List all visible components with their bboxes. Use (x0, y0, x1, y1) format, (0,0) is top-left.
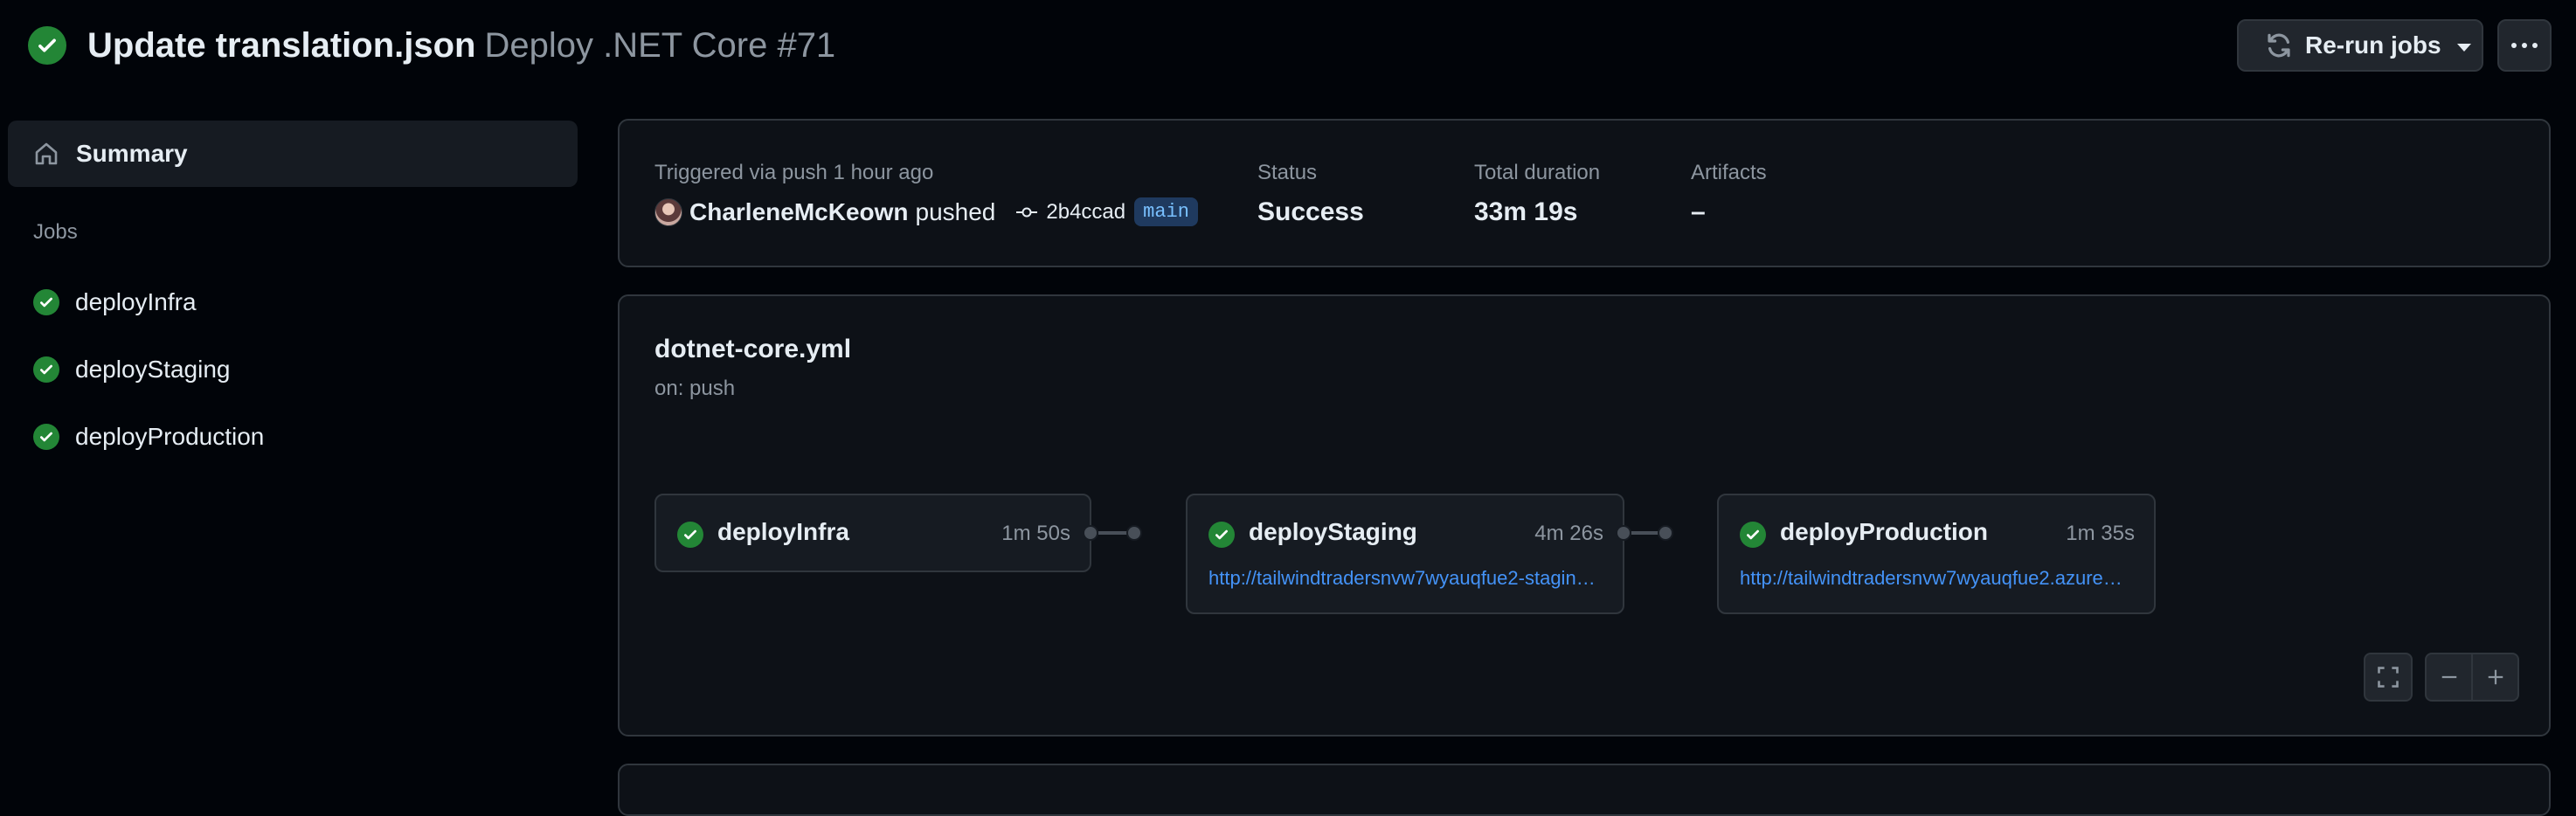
duration-label: Total duration (1474, 161, 1601, 184)
actor-link[interactable]: CharleneMcKeown (689, 198, 909, 226)
success-check-icon (1208, 522, 1235, 548)
jobs-heading: Jobs (33, 220, 78, 244)
more-options-button[interactable] (2497, 19, 2552, 72)
sync-icon (2268, 33, 2290, 58)
kebab-dot-icon (2522, 43, 2527, 48)
branch-label[interactable]: main (1134, 197, 1198, 226)
workflow-graph-card: dotnet-core.yml on: push deployInfra 1m … (618, 294, 2551, 736)
sidebar-item-label: deployProduction (75, 423, 265, 450)
sidebar-item-summary[interactable]: Summary (8, 121, 578, 187)
duration-value: 33m 19s (1474, 197, 1578, 226)
artifacts-label: Artifacts (1691, 161, 1767, 184)
status-value: Success (1257, 197, 1364, 226)
job-name: deployInfra (717, 518, 849, 545)
artifacts-value: – (1691, 197, 1706, 226)
success-check-icon (28, 26, 66, 65)
workflow-run-name: Deploy .NET Core #71 (484, 26, 836, 65)
environment-url-link[interactable]: http://tailwindtradersnvw7wyauqfue2.azur… (1740, 567, 2133, 590)
zoom-out-button[interactable] (2427, 654, 2471, 700)
success-check-icon (33, 424, 59, 450)
run-summary-card: Triggered via push 1 hour ago CharleneMc… (618, 119, 2551, 267)
zoom-controls (2425, 653, 2519, 702)
environment-url-link[interactable]: http://tailwindtradersnvw7wyauqfue2-stag… (1208, 567, 1602, 590)
sidebar-item-deployproduction[interactable]: deployProduction (33, 411, 264, 463)
trigger-label: Triggered via push 1 hour ago (654, 161, 934, 184)
commit-title: Update translation.json (87, 26, 476, 65)
job-node-deployinfra[interactable]: deployInfra 1m 50s (654, 494, 1091, 572)
page-title: Update translation.json Deploy .NET Core … (87, 23, 835, 68)
commit-sha-link[interactable]: 2b4ccad (1046, 200, 1125, 225)
home-icon (35, 142, 58, 165)
status-label: Status (1257, 161, 1318, 184)
rerun-jobs-button[interactable]: Re-run jobs (2237, 19, 2483, 72)
node-output-port (1616, 525, 1631, 541)
node-input-port (1126, 525, 1142, 541)
node-input-port (1658, 525, 1673, 541)
sidebar-item-deployinfra[interactable]: deployInfra (33, 276, 197, 328)
screen-full-icon (2378, 667, 2399, 688)
avatar[interactable] (654, 197, 682, 226)
job-duration: 1m 50s (1001, 522, 1070, 545)
run-header: Update translation.json Deploy .NET Core … (0, 0, 2576, 92)
job-connector (1098, 531, 1128, 535)
sidebar-item-label: Summary (76, 140, 188, 167)
kebab-dot-icon (2532, 43, 2538, 48)
trigger-details: CharleneMcKeown pushed 2b4ccad main (654, 197, 1198, 226)
kebab-dot-icon (2511, 43, 2517, 48)
job-name: deployProduction (1780, 518, 1988, 545)
workflow-file-name: dotnet-core.yml (654, 335, 852, 363)
trigger-action: pushed (915, 197, 996, 225)
node-output-port (1083, 525, 1098, 541)
job-node-deploystaging[interactable]: deployStaging 4m 26s http://tailwindtrad… (1186, 494, 1624, 614)
zoom-in-button[interactable] (2471, 654, 2517, 700)
job-node-deployproduction[interactable]: deployProduction 1m 35s http://tailwindt… (1717, 494, 2156, 614)
sidebar-item-label: deployInfra (75, 288, 197, 315)
fullscreen-button[interactable] (2364, 653, 2413, 702)
workflow-trigger: on: push (654, 377, 736, 400)
success-check-icon (33, 289, 59, 315)
git-commit-icon (1016, 207, 1038, 217)
rerun-jobs-label: Re-run jobs (2305, 31, 2441, 59)
success-check-icon (33, 356, 59, 383)
sidebar-item-deploystaging[interactable]: deployStaging (33, 343, 230, 396)
job-name: deployStaging (1249, 518, 1417, 545)
minus-icon (2441, 675, 2456, 679)
caret-down-icon (2456, 43, 2471, 52)
job-duration: 1m 35s (2066, 522, 2135, 545)
success-check-icon (1740, 522, 1766, 548)
annotations-card (618, 764, 2551, 816)
sidebar-item-label: deployStaging (75, 356, 231, 383)
job-duration: 4m 26s (1534, 522, 1603, 545)
plus-icon (2488, 669, 2503, 685)
success-check-icon (677, 522, 703, 548)
job-connector (1631, 531, 1661, 535)
